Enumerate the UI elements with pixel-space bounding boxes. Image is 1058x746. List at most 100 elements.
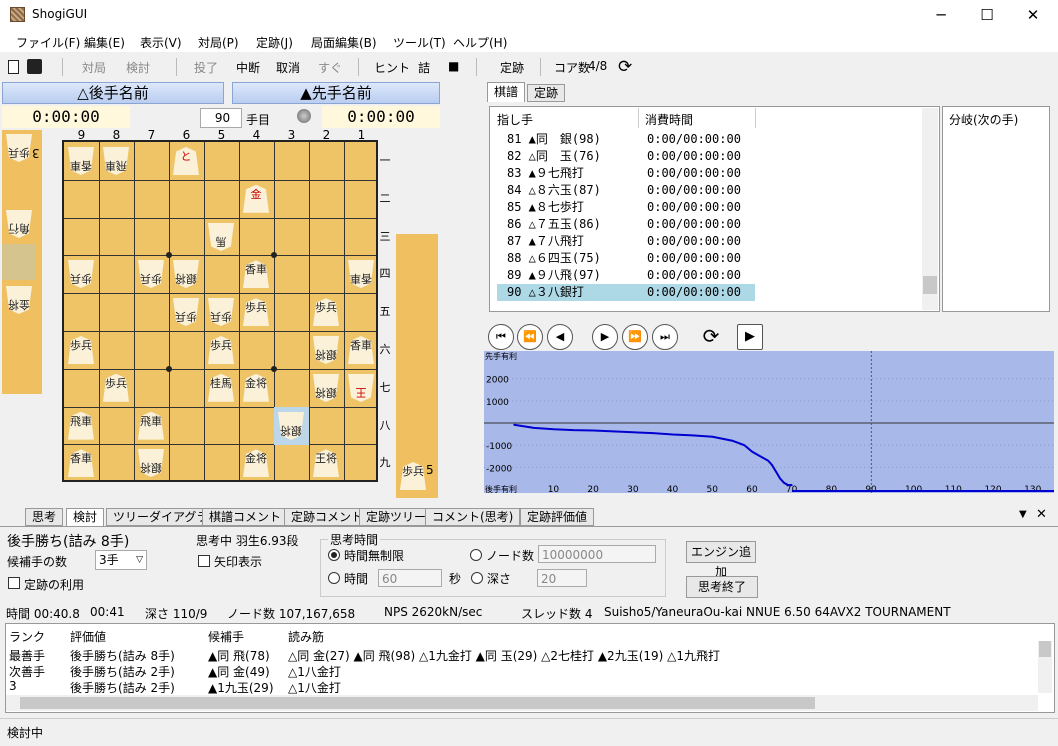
pv-move[interactable]: ▲同 金(49) bbox=[208, 663, 270, 680]
menu-joseki[interactable]: 定跡(J) bbox=[256, 34, 293, 51]
pv-vscroll-thumb[interactable] bbox=[1039, 641, 1051, 657]
shogi-piece[interactable]: 歩兵 bbox=[68, 336, 94, 364]
pv-line[interactable]: △同 金(27) ▲同 飛(98) △1九金打 ▲同 玉(29) △2七桂打 ▲… bbox=[288, 647, 720, 664]
hand-piece[interactable]: 角行 bbox=[6, 210, 32, 238]
menu-position-edit[interactable]: 局面編集(B) bbox=[311, 34, 377, 51]
shogi-piece[interactable]: 銀将 bbox=[313, 374, 339, 402]
depth-radio[interactable] bbox=[471, 572, 483, 584]
back-many-button[interactable]: ⏪ bbox=[517, 324, 543, 350]
shogi-piece[interactable]: 香車 bbox=[243, 260, 269, 289]
toolbar-now-button[interactable]: すぐ bbox=[318, 59, 342, 76]
hand-piece[interactable]: 金将 bbox=[6, 286, 32, 314]
tab-kifu[interactable]: 棋譜 bbox=[487, 82, 525, 102]
branch-list[interactable] bbox=[942, 106, 1050, 312]
toolbar-mate-button[interactable]: 詰 bbox=[418, 59, 430, 76]
node-radio[interactable] bbox=[470, 549, 482, 561]
shogi-piece[interactable]: 歩兵 bbox=[103, 373, 129, 402]
time-field[interactable]: 60 bbox=[378, 569, 442, 587]
menu-edit[interactable]: 編集(E) bbox=[84, 34, 125, 51]
first-move-button[interactable]: ⏮ bbox=[488, 324, 514, 350]
close-panel-icon[interactable]: ✕ bbox=[1036, 507, 1047, 522]
shogi-piece[interactable]: 香車 bbox=[348, 336, 374, 364]
kifu-row[interactable]: 83 ▲９七飛打 0:00/00:00:00 bbox=[497, 165, 755, 182]
shogi-piece[interactable]: 飛車 bbox=[103, 147, 129, 175]
book-checkbox[interactable] bbox=[8, 577, 20, 589]
menu-file[interactable]: ファイル(F) bbox=[16, 34, 80, 51]
tab-bottom-7[interactable]: 定跡評価値 bbox=[520, 508, 595, 526]
menu-game[interactable]: 対局(P) bbox=[198, 34, 239, 51]
toolbar-hint-button[interactable]: ヒント bbox=[374, 59, 410, 76]
shogi-piece[interactable]: 金将 bbox=[243, 449, 269, 478]
move-number-field[interactable]: 90 bbox=[200, 108, 242, 128]
kifu-row[interactable]: 88 △６四玉(75) 0:00/00:00:00 bbox=[497, 250, 755, 267]
kifu-row[interactable]: 81 ▲同 銀(98) 0:00/00:00:00 bbox=[497, 131, 755, 148]
minimize-button[interactable]: ─ bbox=[918, 0, 964, 30]
shogi-piece[interactable]: 飛車 bbox=[68, 411, 94, 440]
pv-rank[interactable]: 3 bbox=[9, 679, 17, 693]
kifu-row[interactable]: 90 △３八銀打 0:00/00:00:00 bbox=[497, 284, 755, 301]
stop-thinking-button[interactable]: 思考終了 bbox=[686, 576, 758, 598]
forward-many-button[interactable]: ⏩ bbox=[622, 324, 648, 350]
pv-rank[interactable]: 次善手 bbox=[9, 663, 45, 680]
menu-help[interactable]: ヘルプ(H) bbox=[453, 34, 507, 51]
stop-icon[interactable]: ■ bbox=[448, 59, 459, 73]
shogi-piece[interactable]: 銀将 bbox=[313, 336, 339, 364]
tab-bottom-1[interactable]: 検討 bbox=[66, 508, 105, 526]
evaluation-chart[interactable]: 20001000-1000-200010 20 30 40 50 60 70 80 90 100 1… bbox=[484, 351, 1054, 493]
pv-line[interactable]: △1八金打 bbox=[288, 679, 341, 696]
toolbar-undo-button[interactable]: 取消 bbox=[276, 59, 300, 76]
candidates-select[interactable]: 3手 ▽ bbox=[95, 550, 147, 570]
pv-rank[interactable]: 最善手 bbox=[9, 647, 45, 664]
kifu-row[interactable]: 86 △７五玉(86) 0:00/00:00:00 bbox=[497, 216, 755, 233]
save-icon[interactable] bbox=[27, 59, 42, 74]
hand-piece[interactable]: 歩兵 bbox=[400, 462, 426, 490]
new-file-icon[interactable] bbox=[8, 60, 19, 74]
tab-bottom-6[interactable]: コメント(思考) bbox=[425, 508, 521, 526]
pv-line[interactable]: △1八金打 bbox=[288, 663, 341, 680]
pv-eval[interactable]: 後手勝ち(詰み 8手) bbox=[70, 647, 175, 664]
depth-field[interactable]: 20 bbox=[537, 569, 587, 587]
tab-bottom-0[interactable]: 思考 bbox=[25, 508, 64, 526]
node-field[interactable]: 10000000 bbox=[538, 545, 656, 563]
unlimited-radio[interactable] bbox=[328, 549, 340, 561]
add-engine-button[interactable]: エンジン追加 bbox=[686, 541, 756, 579]
pv-move[interactable]: ▲1九玉(29) bbox=[208, 679, 274, 696]
pv-hscroll-thumb[interactable] bbox=[20, 697, 815, 709]
toolbar-analyze-button[interactable]: 検討 bbox=[126, 59, 150, 76]
toolbar-resign-button[interactable]: 投了 bbox=[194, 59, 218, 76]
arrow-checkbox[interactable] bbox=[198, 555, 210, 567]
pv-move[interactable]: ▲同 飛(78) bbox=[208, 647, 270, 664]
toolbar-interrupt-button[interactable]: 中断 bbox=[236, 59, 260, 76]
shogi-piece[interactable]: 香車 bbox=[68, 449, 94, 478]
tab-bottom-3[interactable]: 棋譜コメント bbox=[202, 508, 289, 526]
tab-bottom-4[interactable]: 定跡コメント bbox=[284, 508, 371, 526]
refresh-icon[interactable]: ⟳ bbox=[618, 57, 632, 77]
toolbar-joseki-button[interactable]: 定跡 bbox=[500, 59, 524, 76]
kifu-row[interactable]: 82 △同 玉(76) 0:00/00:00:00 bbox=[497, 148, 755, 165]
shogi-piece[interactable]: 歩兵 bbox=[243, 298, 269, 327]
forward-button[interactable]: ▶ bbox=[592, 324, 618, 350]
hand-piece[interactable]: 歩兵 bbox=[6, 134, 32, 162]
menu-tools[interactable]: ツール(T) bbox=[393, 34, 446, 51]
time-radio[interactable] bbox=[328, 572, 340, 584]
tab-bottom-5[interactable]: 定跡ツリー bbox=[359, 508, 434, 526]
shogi-piece[interactable]: 馬 bbox=[208, 223, 234, 251]
kifu-row[interactable]: 87 ▲７八飛打 0:00/00:00:00 bbox=[497, 233, 755, 250]
shogi-piece[interactable]: 王将 bbox=[313, 449, 339, 478]
pv-eval[interactable]: 後手勝ち(詰み 2手) bbox=[70, 663, 175, 680]
shogi-piece[interactable]: 飛車 bbox=[138, 411, 164, 440]
shogi-piece[interactable]: と bbox=[173, 147, 199, 175]
kifu-row[interactable]: 85 ▲８七歩打 0:00/00:00:00 bbox=[497, 199, 755, 216]
shogi-piece[interactable]: 香車 bbox=[68, 147, 94, 175]
shogi-piece[interactable]: 金将 bbox=[243, 373, 269, 402]
shogi-piece[interactable]: 王 bbox=[348, 374, 374, 402]
shogi-piece[interactable]: 歩兵 bbox=[208, 336, 234, 364]
kifu-row[interactable]: 84 △８六玉(87) 0:00/00:00:00 bbox=[497, 182, 755, 199]
kifu-row[interactable]: 89 ▲９八飛(97) 0:00/00:00:00 bbox=[497, 267, 755, 284]
back-button[interactable]: ◀ bbox=[547, 324, 573, 350]
tab-joseki[interactable]: 定跡 bbox=[527, 84, 565, 102]
shogi-piece[interactable]: 銀将 bbox=[278, 412, 304, 440]
pv-eval[interactable]: 後手勝ち(詰み 2手) bbox=[70, 679, 175, 696]
play-icon[interactable]: ▶ bbox=[737, 324, 763, 350]
dropdown-icon[interactable]: ▼ bbox=[1019, 509, 1027, 520]
